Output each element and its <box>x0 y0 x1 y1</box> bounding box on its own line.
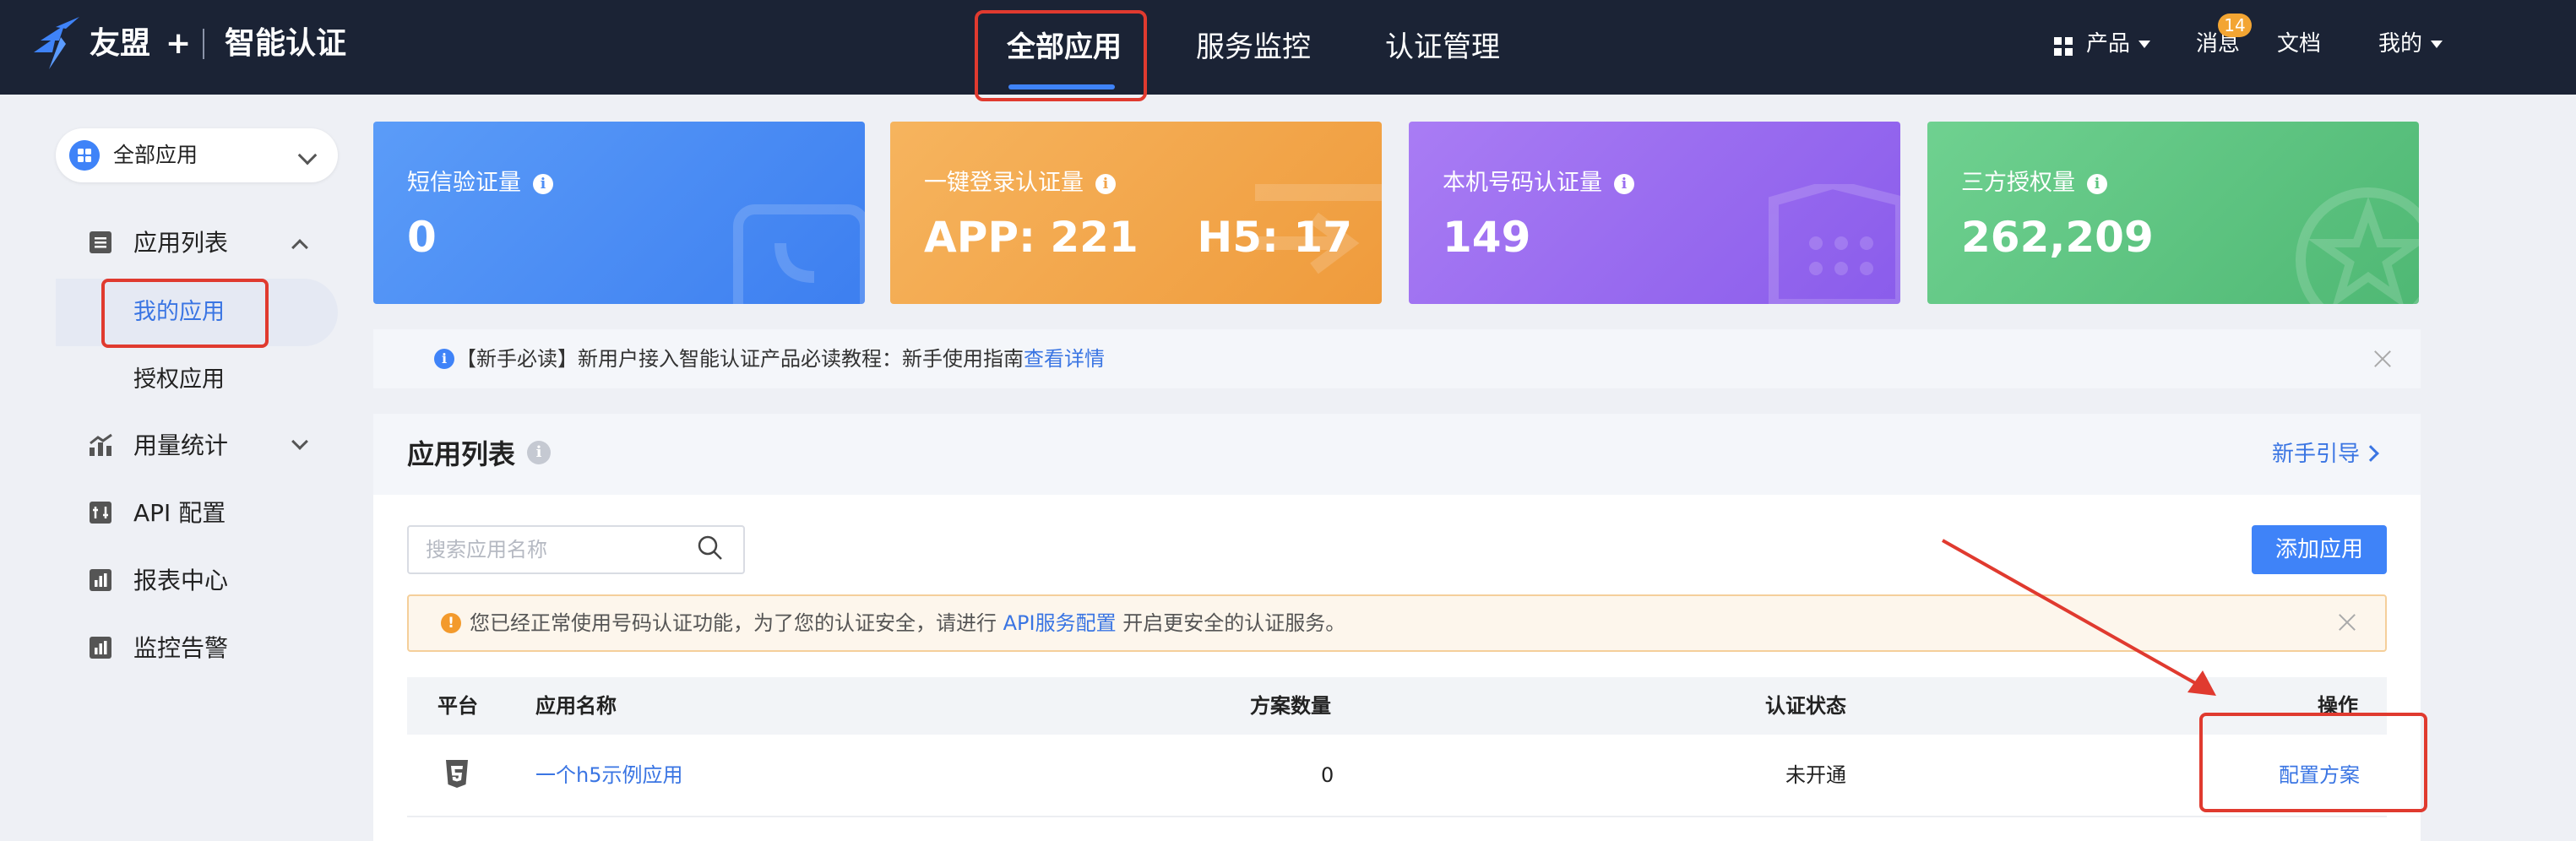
notice-text: 【新手必读】新用户接入智能认证产品必读教程：新手使用指南 <box>456 347 1024 371</box>
products-label: 产品 <box>2086 31 2131 57</box>
column-header-auth-status: 认证状态 <box>1765 694 1846 718</box>
info-icon[interactable] <box>2087 173 2107 194</box>
search-placeholder: 搜索应用名称 <box>426 538 547 562</box>
user-menu[interactable]: 我的 <box>2378 0 2443 95</box>
chevron-up-icon <box>291 239 308 256</box>
brand-name: 友盟 <box>90 26 151 61</box>
stat-value: 149 <box>1443 213 1531 262</box>
caret-down-icon <box>2139 41 2151 48</box>
close-icon[interactable] <box>2336 611 2358 633</box>
menu-api-config[interactable]: API 配置 <box>133 488 226 539</box>
column-header-plan-count: 方案数量 <box>1250 694 1331 718</box>
products-menu[interactable]: 产品 <box>2086 0 2151 95</box>
info-icon[interactable] <box>1614 173 1634 194</box>
stat-label-text: 三方授权量 <box>1961 170 2075 196</box>
user-menu-label: 我的 <box>2378 31 2423 57</box>
info-icon[interactable]: i <box>527 441 551 464</box>
menu-authorized-apps[interactable]: 授权应用 <box>133 346 225 414</box>
list-icon <box>90 231 111 253</box>
annotation-highlight-my-apps <box>101 279 269 348</box>
annotation-highlight-nav <box>975 10 1147 101</box>
beginner-guide-link[interactable]: 新手引导 <box>2272 414 2360 495</box>
stat-value: 0 <box>407 213 437 262</box>
stat-card-phone-number: 本机号码认证量 149 <box>1409 122 1900 304</box>
stat-label-text: 本机号码认证量 <box>1443 170 1602 196</box>
warning-text: 您已经正常使用号码认证功能，为了您的认证安全，请进行 <box>470 611 1003 635</box>
info-icon: i <box>434 349 454 369</box>
docs-link[interactable]: 文档 <box>2277 0 2321 95</box>
auth-status-cell: 未开通 <box>1785 763 1846 787</box>
info-icon[interactable] <box>1095 173 1116 194</box>
app-name-link[interactable]: 一个h5示例应用 <box>535 735 682 816</box>
view-details-link[interactable]: 查看详情 <box>1024 347 1105 371</box>
close-icon[interactable] <box>2372 348 2394 370</box>
api-service-config-link[interactable]: API服务配置 <box>1003 611 1117 635</box>
api-config-icon <box>90 502 111 524</box>
star-icon <box>2296 187 2419 304</box>
arrow-right-icon <box>1255 184 1382 274</box>
stat-label: 本机号码认证量 <box>1443 164 1634 197</box>
umeng-logo-icon <box>34 17 79 69</box>
caret-down-icon <box>2431 41 2443 48</box>
panel-title: 应用列表 <box>407 438 516 470</box>
plan-count-cell: 0 <box>1321 763 1334 787</box>
apps-grid-icon <box>69 140 100 171</box>
stat-label: 一键登录认证量 <box>924 164 1116 197</box>
stat-label-text: 一键登录认证量 <box>924 170 1084 196</box>
nav-tab-service-monitor[interactable]: 服务监控 <box>1196 0 1311 95</box>
stat-card-sms: 短信验证量 0 <box>373 122 865 304</box>
row-divider <box>407 816 2387 817</box>
add-app-button[interactable]: 添加应用 <box>2252 525 2387 574</box>
stat-card-third-party-auth: 三方授权量 262,209 <box>1927 122 2419 304</box>
menu-alerts[interactable]: 监控告警 <box>133 623 228 674</box>
nav-tab-auth-management[interactable]: 认证管理 <box>1385 0 1500 95</box>
brand-divider <box>203 29 204 59</box>
stat-label-text: 短信验证量 <box>407 170 521 196</box>
column-header-app-name: 应用名称 <box>535 694 617 718</box>
app-selector-value: 全部应用 <box>113 143 198 167</box>
stat-label: 三方授权量 <box>1961 164 2107 197</box>
info-icon[interactable] <box>533 173 553 194</box>
warning-text-tail: 开启更安全的认证服务。 <box>1116 611 1346 635</box>
usage-chart-icon <box>90 433 112 456</box>
annotation-arrow-icon <box>1942 539 2216 696</box>
beginner-notice: 【新手必读】新用户接入智能认证产品必读教程：新手使用指南查看详情 <box>456 329 1105 388</box>
menu-usage-stats[interactable]: 用量统计 <box>133 420 228 471</box>
menu-reports[interactable]: 报表中心 <box>133 556 228 606</box>
grid-icon <box>2054 37 2073 56</box>
product-name: 智能认证 <box>225 26 347 61</box>
html5-icon <box>446 760 468 788</box>
warning-icon: ! <box>441 613 461 633</box>
stat-label: 短信验证量 <box>407 164 553 197</box>
annotation-highlight-configure <box>2199 713 2427 812</box>
search-icon[interactable] <box>696 534 725 562</box>
alert-chart-icon <box>90 637 111 659</box>
phone-icon <box>733 204 865 304</box>
shield-icon <box>1769 184 1900 304</box>
security-warning: 您已经正常使用号码认证功能，为了您的认证安全，请进行 API服务配置 开启更安全… <box>470 594 1345 652</box>
chevron-down-icon <box>291 433 308 450</box>
brand-plus: + <box>166 26 192 61</box>
messages-badge: 14 <box>2218 14 2252 37</box>
menu-app-list[interactable]: 应用列表 <box>133 218 228 269</box>
stat-card-one-click-login: 一键登录认证量 APP: 221 H5: 17 <box>890 122 1382 304</box>
report-chart-icon <box>90 569 111 591</box>
app-list-header <box>373 414 2421 495</box>
stat-value: 262,209 <box>1961 213 2154 262</box>
column-header-platform: 平台 <box>437 694 478 718</box>
